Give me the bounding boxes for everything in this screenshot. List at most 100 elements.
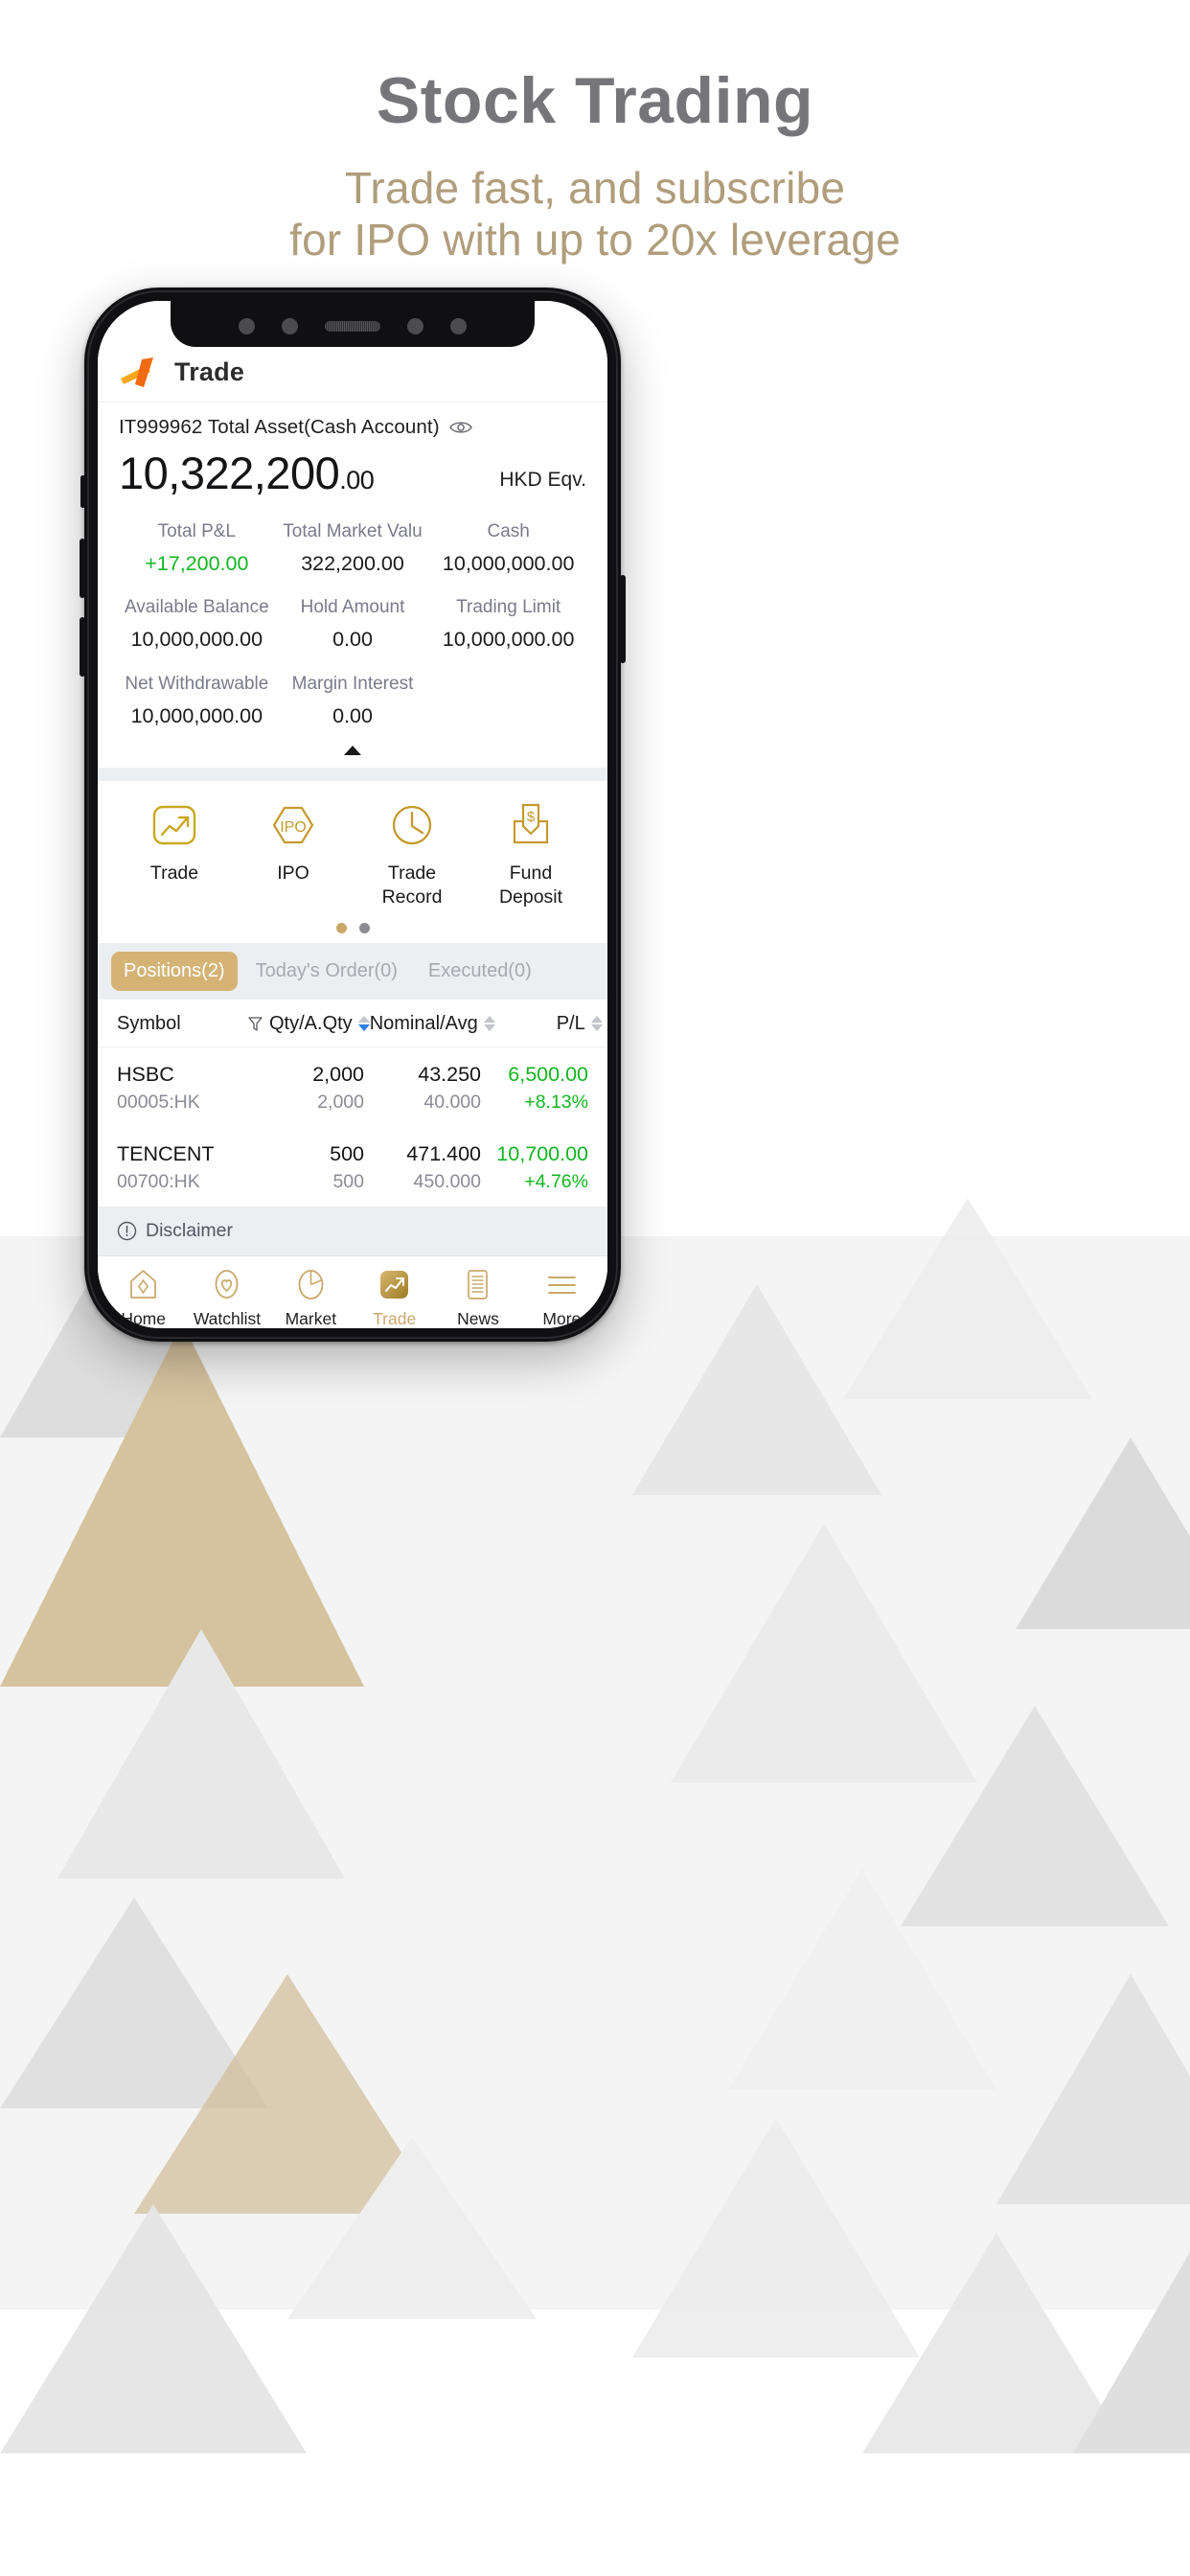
stat-value: 0.00	[332, 703, 373, 727]
cell-symbol: TENCENT 00700:HK	[117, 1142, 247, 1193]
menu-icon	[547, 1276, 576, 1294]
exclamation-circle-icon	[117, 1221, 137, 1240]
column-header-symbol[interactable]: Symbol	[117, 1013, 247, 1035]
bottom-navigation: Home Watchlist Market Trade News More	[98, 1254, 607, 1328]
disclaimer-banner[interactable]: Disclaimer	[98, 1206, 607, 1255]
sort-toggle-nominal[interactable]	[483, 1016, 495, 1032]
row-pl: 6,500.00	[508, 1062, 588, 1086]
table-row[interactable]: TENCENT 00700:HK 500 500 471.400 450.000…	[98, 1127, 607, 1207]
cell-qty: 500 500	[247, 1142, 364, 1193]
promo-subtitle-line-2: for IPO with up to 20x leverage	[289, 215, 901, 265]
column-header-pl[interactable]: P/L	[495, 1013, 603, 1035]
column-header-label: Nominal/Avg	[369, 1012, 478, 1034]
page-title: Stock Trading	[376, 64, 814, 137]
quick-action-ipo[interactable]: IPO IPO	[234, 800, 353, 908]
row-pl-pct: +4.76%	[524, 1170, 588, 1192]
sort-desc-icon	[483, 1024, 495, 1032]
table-row[interactable]: HSBC 00005:HK 2,000 2,000 43.250 40.000 …	[98, 1047, 607, 1127]
column-header-label: Symbol	[117, 1012, 181, 1034]
stat-cell	[430, 671, 586, 729]
stat-caption: Net Withdrawable	[125, 673, 269, 694]
section-divider	[98, 768, 607, 782]
column-header-nominal[interactable]: Nominal/Avg	[370, 1013, 495, 1035]
mute-switch[interactable]	[80, 475, 85, 508]
pager-dot-active[interactable]	[335, 923, 347, 934]
svg-text:$: $	[527, 809, 536, 825]
volume-up-button[interactable]	[80, 539, 85, 598]
nav-item-trade[interactable]: Trade	[353, 1268, 436, 1328]
stat-value: 10,000,000.00	[130, 628, 263, 652]
row-avg: 40.000	[423, 1091, 481, 1113]
stat-caption: Available Balance	[124, 597, 269, 618]
nav-label: Market	[285, 1308, 337, 1328]
nav-item-watchlist[interactable]: Watchlist	[185, 1268, 268, 1328]
app-screen: Trade IT999962 Total Asset(Cash Account)…	[98, 301, 607, 1328]
filter-icon[interactable]	[247, 1016, 263, 1032]
collapse-summary-button[interactable]	[98, 733, 607, 768]
quick-action-label: Fund Deposit	[498, 862, 563, 908]
tab-todays-order[interactable]: Today's Order(0)	[243, 952, 410, 991]
quick-action-label: IPO	[277, 862, 309, 885]
sort-toggle-qty[interactable]	[357, 1016, 370, 1032]
column-header-label: Qty/A.Qty	[269, 1012, 353, 1034]
stat-caption: Total P&L	[157, 521, 236, 541]
stat-caption: Total Market Valu	[283, 521, 423, 541]
stat-cell: Cash 10,000,000.00	[430, 518, 586, 577]
nav-label: News	[457, 1308, 499, 1328]
promo-subtitle-line-1: Trade fast, and subscribe	[344, 162, 846, 213]
phone-mockup: Trade IT999962 Total Asset(Cash Account)…	[80, 288, 626, 1342]
eye-icon[interactable]	[448, 420, 472, 435]
stat-cell: Available Balance 10,000,000.00	[119, 594, 275, 653]
sort-asc-icon	[483, 1016, 495, 1024]
stat-caption: Hold Amount	[300, 597, 405, 618]
positions-table-header: Symbol Qty/A.Qty Nominal/Avg P/L	[98, 1000, 607, 1047]
phone-notch	[98, 301, 607, 351]
row-code: 00005:HK	[117, 1091, 200, 1113]
nav-item-more[interactable]: More	[520, 1268, 604, 1328]
sort-toggle-pl[interactable]	[590, 1016, 603, 1032]
volume-down-button[interactable]	[80, 617, 85, 677]
sort-desc-icon	[590, 1024, 603, 1032]
svg-text:IPO: IPO	[280, 819, 307, 836]
app-header: Trade	[98, 343, 607, 402]
cell-pl: 10,700.00 +4.76%	[481, 1142, 588, 1193]
nav-label: More	[542, 1308, 582, 1328]
currency-label: HKD Eqv.	[499, 469, 586, 491]
cell-qty: 2,000 2,000	[247, 1063, 364, 1114]
account-name-label: IT999962 Total Asset(Cash Account)	[119, 416, 440, 438]
sort-asc-icon	[590, 1016, 603, 1024]
cell-symbol: HSBC 00005:HK	[117, 1063, 247, 1114]
total-asset-value: 10,322,200.00	[119, 448, 375, 498]
nav-item-home[interactable]: Home	[102, 1268, 185, 1328]
quick-action-label: Trade	[149, 862, 199, 885]
news-icon	[468, 1269, 489, 1300]
promo-subtitle: Trade fast, and subscribe for IPO with u…	[0, 162, 1190, 266]
stat-cell: Total P&L +17,200.00	[119, 518, 275, 577]
nav-label: Trade	[373, 1308, 417, 1328]
total-asset-whole: 10,322,200	[119, 448, 340, 498]
quick-action-fund-deposit[interactable]: $ Fund Deposit	[471, 800, 590, 908]
account-stats-grid: Total P&L +17,200.00 Total Market Valu 3…	[119, 518, 586, 729]
nav-item-market[interactable]: Market	[269, 1268, 353, 1328]
sort-desc-icon	[357, 1024, 370, 1032]
tab-positions[interactable]: Positions(2)	[111, 951, 238, 991]
power-button[interactable]	[620, 575, 626, 663]
nav-item-news[interactable]: News	[436, 1268, 519, 1328]
row-code: 00700:HK	[117, 1170, 200, 1192]
pager-dot-inactive[interactable]	[358, 923, 370, 934]
row-avg: 450.000	[413, 1170, 482, 1192]
app-title: Trade	[174, 357, 245, 386]
sort-asc-icon	[357, 1016, 370, 1024]
column-header-qty[interactable]: Qty/A.Qty	[247, 1013, 370, 1035]
stat-value: 10,000,000.00	[442, 551, 575, 575]
quick-action-trade[interactable]: Trade	[115, 800, 234, 908]
positions-tabs: Positions(2) Today's Order(0) Executed(0…	[98, 942, 607, 1000]
fund-deposit-icon: $	[513, 804, 549, 844]
quick-action-trade-record[interactable]: Trade Record	[353, 800, 471, 908]
stat-value: 10,000,000.00	[130, 703, 263, 727]
quick-action-label: Trade Record	[381, 862, 443, 908]
disclaimer-label: Disclaimer	[146, 1219, 234, 1241]
quick-actions: Trade IPO IPO Trade Record $ Fund Deposi…	[98, 781, 607, 913]
stat-cell: Trading Limit 10,000,000.00	[430, 594, 586, 653]
tab-executed[interactable]: Executed(0)	[416, 952, 544, 991]
